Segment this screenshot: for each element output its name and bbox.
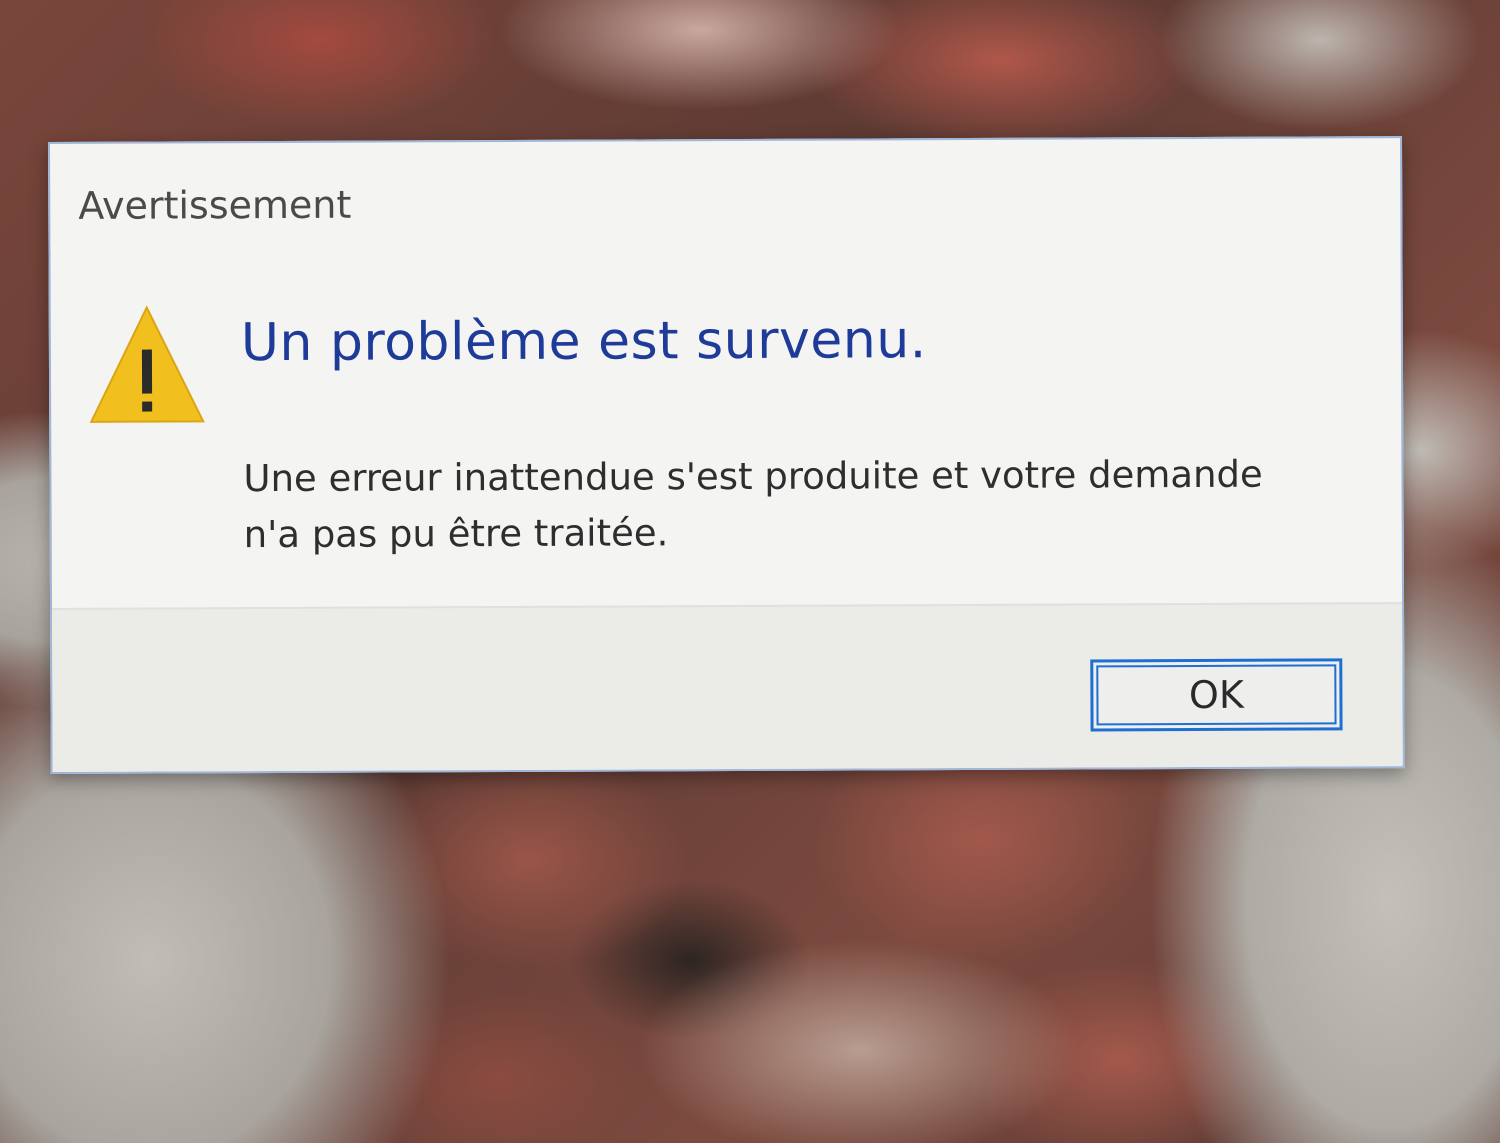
ok-button[interactable]: OK (1090, 658, 1343, 732)
dialog-footer: OK (52, 602, 1403, 772)
main-instruction: Un problème est survenu. (240, 310, 927, 374)
warning-icon (87, 303, 208, 426)
dialog-message-line: Une erreur inattendue s'est produite et … (243, 452, 1263, 501)
dialog-title: Avertissement (78, 182, 352, 228)
dialog-message: Une erreur inattendue s'est produite et … (243, 446, 1353, 563)
warning-dialog: Avertissement Un problème est survenu. U… (48, 136, 1405, 774)
dialog-message-line: n'a pas pu être traitée. (243, 511, 669, 557)
